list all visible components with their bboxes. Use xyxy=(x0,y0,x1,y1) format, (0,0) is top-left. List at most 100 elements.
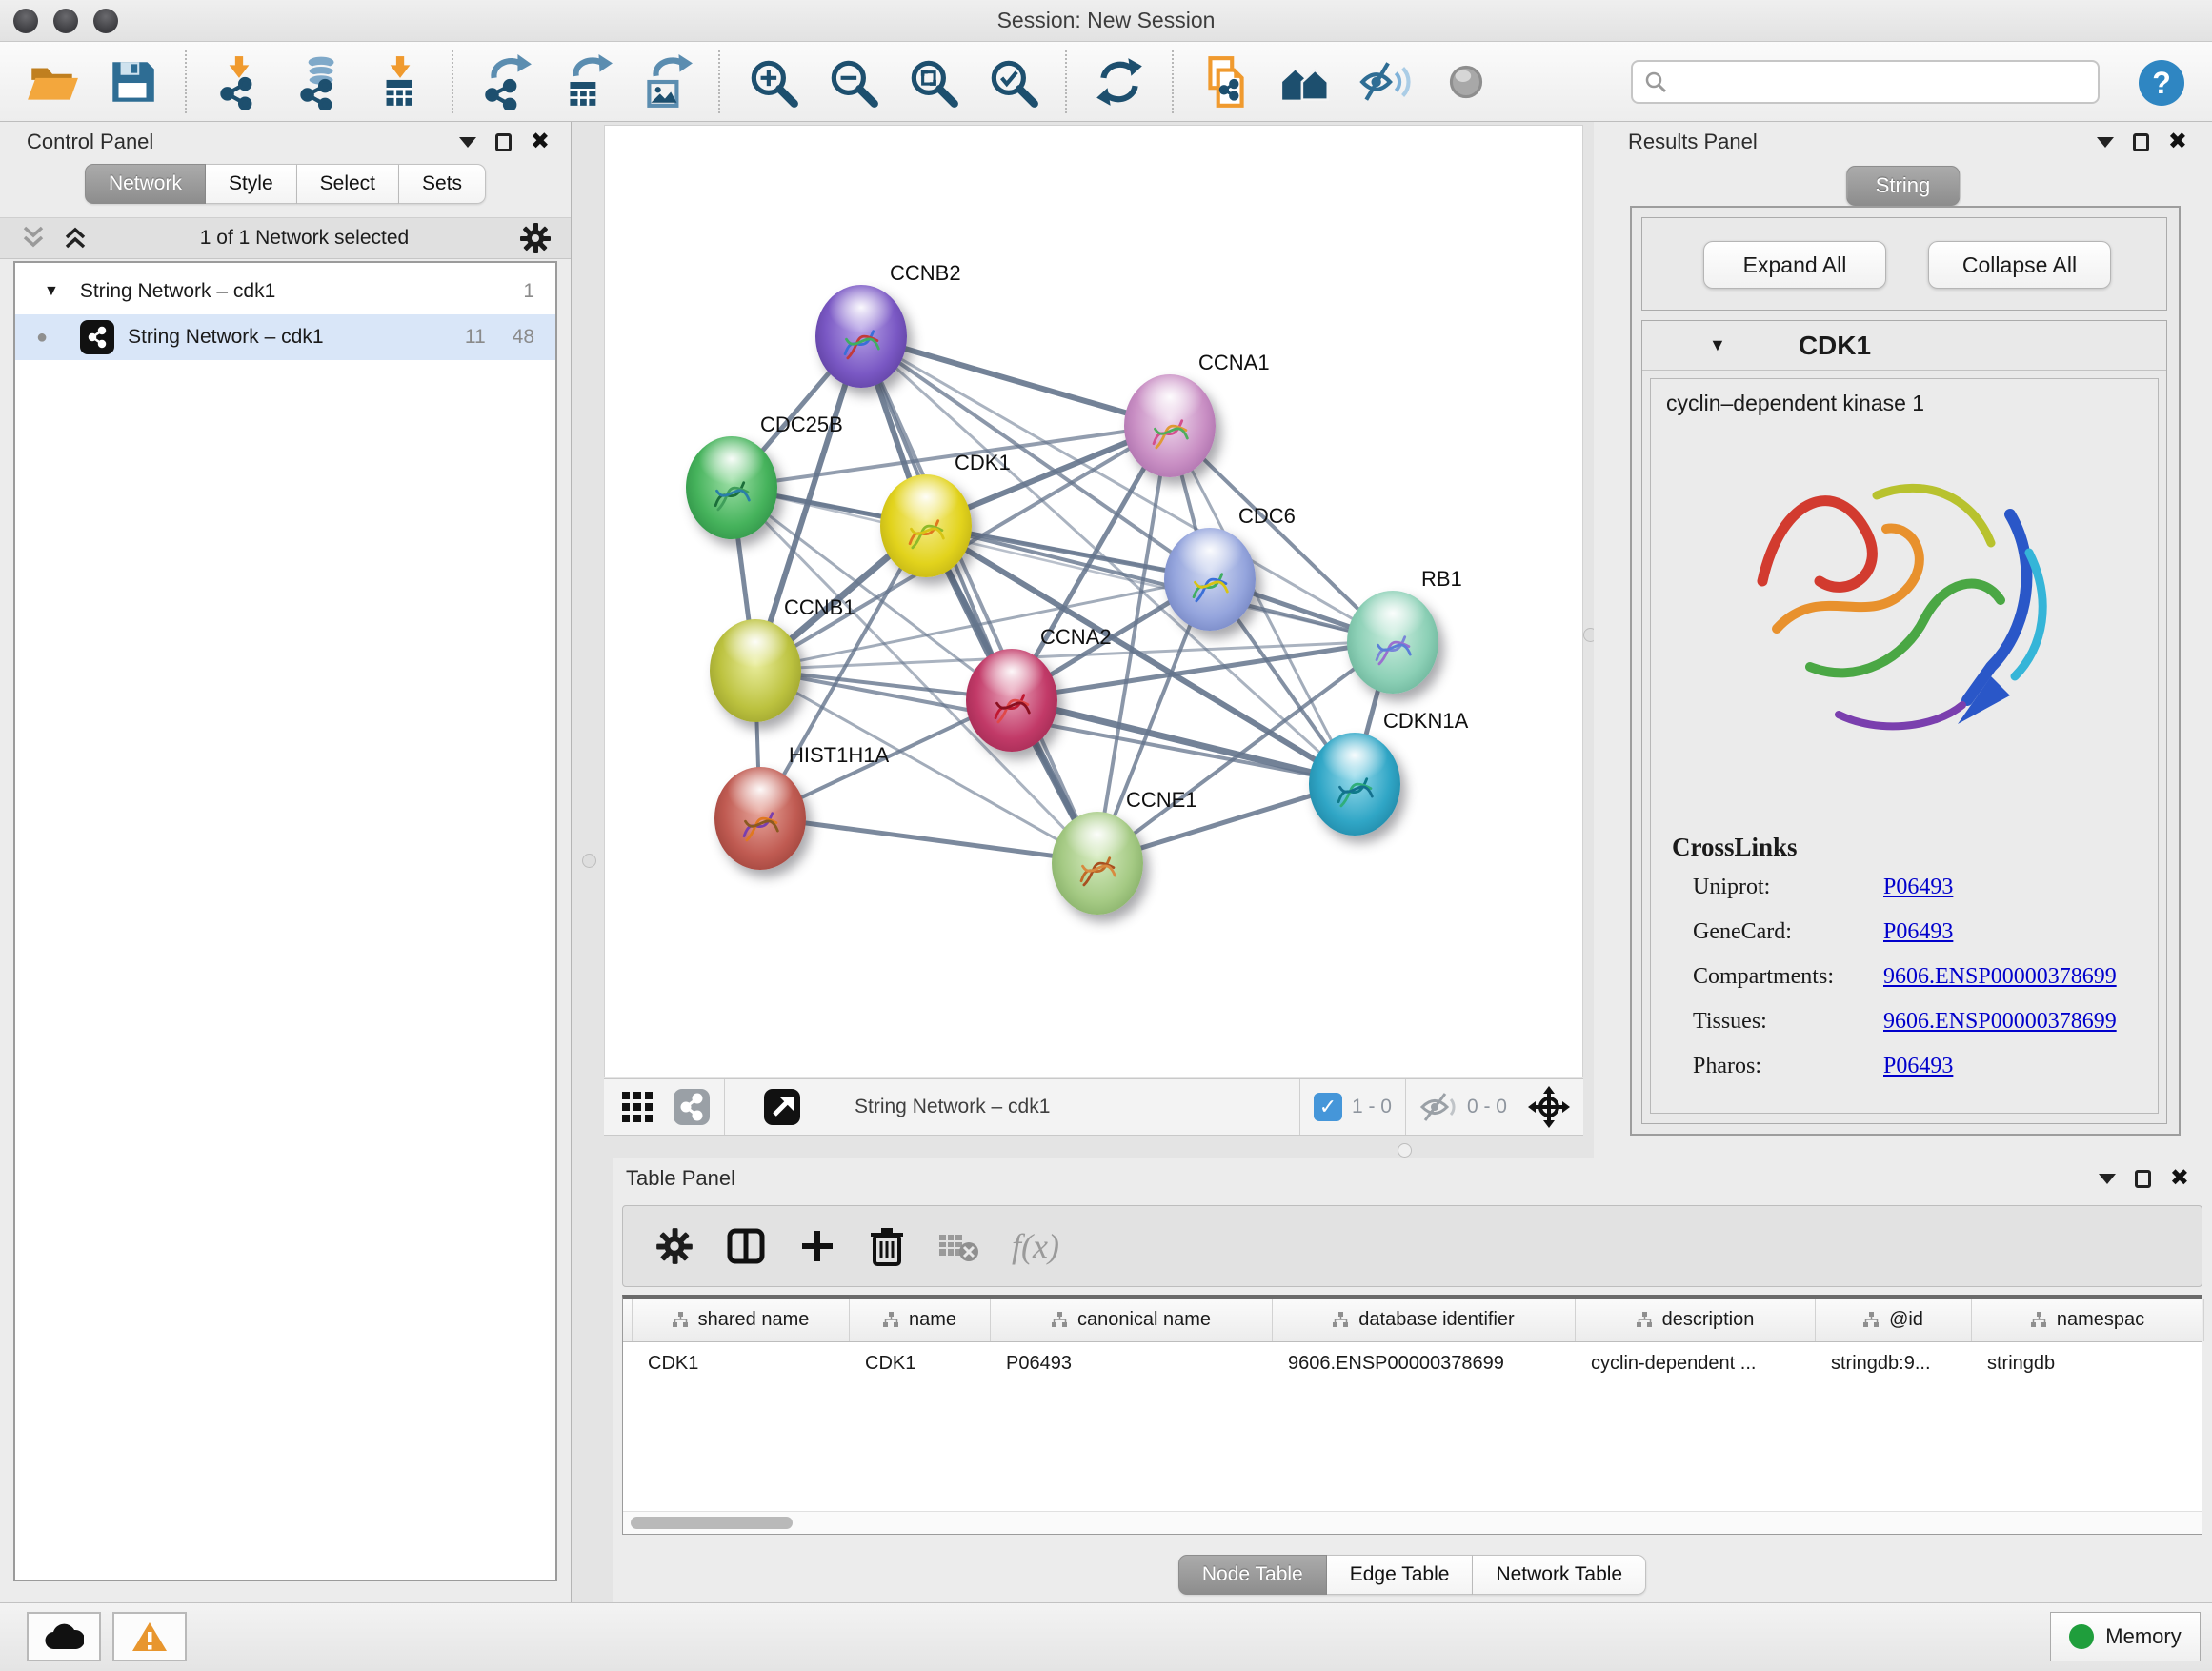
tab-node-table[interactable]: Node Table xyxy=(1178,1555,1327,1595)
panel-menu-icon[interactable] xyxy=(2099,1174,2116,1184)
node-ccna1[interactable] xyxy=(1124,374,1216,477)
new-network-from-selection-icon[interactable] xyxy=(1198,54,1254,110)
cell-description[interactable]: cyclin-dependent ... xyxy=(1576,1342,1816,1384)
network-panel-settings-gear-icon[interactable] xyxy=(519,222,552,254)
export-image-icon[interactable] xyxy=(638,54,694,110)
crosslink-link[interactable]: P06493 xyxy=(1883,1054,1953,1079)
zoom-selected-icon[interactable] xyxy=(985,54,1040,110)
edge-CCNB2-CCNE1[interactable] xyxy=(860,336,1096,862)
import-network-from-file-icon[interactable] xyxy=(211,54,267,110)
cell-namespac[interactable]: stringdb xyxy=(1972,1342,2204,1384)
first-neighbors-icon[interactable] xyxy=(1278,54,1334,110)
export-table-icon[interactable] xyxy=(558,54,613,110)
table-row[interactable]: CDK1CDK1P064939606.ENSP00000378699cyclin… xyxy=(623,1342,2202,1384)
panel-menu-icon[interactable] xyxy=(459,137,476,148)
collapse-all-button[interactable]: Collapse All xyxy=(1928,241,2111,289)
column-header-namespac[interactable]: namespac xyxy=(1972,1299,2204,1341)
create-column-icon[interactable] xyxy=(798,1227,836,1265)
save-session-icon[interactable] xyxy=(105,54,160,110)
node-hist1h1a[interactable] xyxy=(714,767,806,870)
detach-view-icon[interactable] xyxy=(763,1088,801,1126)
network-collection-row[interactable]: ▼ String Network – cdk1 1 xyxy=(15,269,555,314)
pan-crosshair-icon[interactable] xyxy=(1528,1086,1570,1128)
tab-style[interactable]: Style xyxy=(206,164,297,204)
network-row-selected[interactable]: ● String Network – cdk1 11 48 xyxy=(15,314,555,360)
left-splitter-handle[interactable] xyxy=(582,854,596,868)
network-canvas[interactable]: CCNB2CCNA1CDC25BCDK1CDC6RB1CCNB1CCNA2CDK… xyxy=(604,125,1583,1077)
zoom-out-icon[interactable] xyxy=(825,54,880,110)
panel-close-icon[interactable]: ✖ xyxy=(531,131,550,153)
export-network-icon[interactable] xyxy=(478,54,533,110)
cell--id[interactable]: stringdb:9... xyxy=(1816,1342,1972,1384)
tab-string[interactable]: String xyxy=(1846,166,1960,206)
node-ccnb1[interactable] xyxy=(710,619,801,722)
network-overview-icon[interactable] xyxy=(673,1088,711,1126)
tab-network[interactable]: Network xyxy=(85,164,206,204)
search-input[interactable] xyxy=(1677,71,2098,93)
expand-all-networks-icon[interactable] xyxy=(61,226,90,251)
crosslink-link[interactable]: P06493 xyxy=(1883,875,1953,900)
section-collapse-triangle-icon[interactable]: ▼ xyxy=(1709,335,1726,355)
import-table-from-file-icon[interactable] xyxy=(372,54,427,110)
cloud-button[interactable] xyxy=(27,1612,101,1661)
node-ccne1[interactable] xyxy=(1052,812,1143,915)
open-session-icon[interactable] xyxy=(25,54,80,110)
edge-HIST1H1A-CCNE1[interactable] xyxy=(760,817,1096,862)
toolbar-separator xyxy=(718,50,720,113)
zoom-fit-content-icon[interactable] xyxy=(905,54,960,110)
column-header-name[interactable]: name xyxy=(850,1299,991,1341)
cell-canonical-name[interactable]: P06493 xyxy=(991,1342,1273,1384)
tab-network-table[interactable]: Network Table xyxy=(1473,1555,1646,1595)
hidden-items-eye-slash-icon[interactable] xyxy=(1419,1091,1458,1123)
node-cdc25b[interactable] xyxy=(686,436,777,539)
crosslink-link[interactable]: P06493 xyxy=(1883,919,1953,945)
delete-column-trash-icon[interactable] xyxy=(869,1226,905,1266)
column-header-database-identifier[interactable]: database identifier xyxy=(1273,1299,1576,1341)
panel-menu-icon[interactable] xyxy=(2097,137,2114,148)
expand-all-button[interactable]: Expand All xyxy=(1703,241,1886,289)
horizontal-scrollbar[interactable] xyxy=(623,1511,2202,1534)
zoom-in-icon[interactable] xyxy=(745,54,800,110)
show-all-icon[interactable] xyxy=(1438,54,1494,110)
edge-CCNB2-CCNA1[interactable] xyxy=(860,336,1168,426)
crosslink-link[interactable]: 9606.ENSP00000378699 xyxy=(1883,964,2117,990)
tab-edge-table[interactable]: Edge Table xyxy=(1327,1555,1474,1595)
node-cdk1[interactable] xyxy=(880,474,972,577)
scrollbar-thumb[interactable] xyxy=(631,1517,793,1529)
warnings-button[interactable] xyxy=(112,1612,187,1661)
cell-shared-name[interactable]: CDK1 xyxy=(633,1342,850,1384)
column-header-canonical-name[interactable]: canonical name xyxy=(991,1299,1273,1341)
bottom-splitter-handle[interactable] xyxy=(1398,1143,1412,1158)
panel-close-icon[interactable]: ✖ xyxy=(2170,1167,2189,1190)
crosslink-link[interactable]: 9606.ENSP00000378699 xyxy=(1883,1009,2117,1035)
help-button[interactable]: ? xyxy=(2138,59,2185,107)
selected-nodes-checkbox[interactable]: ✓ xyxy=(1314,1093,1342,1121)
panel-float-icon[interactable] xyxy=(2135,1170,2151,1188)
cell-database-identifier[interactable]: 9606.ENSP00000378699 xyxy=(1273,1342,1576,1384)
table-settings-gear-icon[interactable] xyxy=(655,1227,694,1265)
panel-close-icon[interactable]: ✖ xyxy=(2168,131,2187,153)
collapse-all-networks-icon[interactable] xyxy=(19,226,48,251)
node-rb1[interactable] xyxy=(1347,591,1438,694)
node-table[interactable]: shared namenamecanonical namedatabase id… xyxy=(622,1295,2202,1535)
column-header-shared-name[interactable]: shared name xyxy=(633,1299,850,1341)
collection-expand-triangle-icon[interactable]: ▼ xyxy=(44,283,59,300)
node-ccna2[interactable] xyxy=(966,649,1057,752)
hide-selected-icon[interactable] xyxy=(1358,54,1414,110)
panel-float-icon[interactable] xyxy=(2133,133,2149,151)
memory-button[interactable]: Memory xyxy=(2050,1612,2201,1661)
column-header-description[interactable]: description xyxy=(1576,1299,1816,1341)
node-ccnb2[interactable] xyxy=(815,285,907,388)
node-cdkn1a[interactable] xyxy=(1309,733,1400,836)
birdseye-grid-icon[interactable] xyxy=(619,1089,655,1125)
tab-sets[interactable]: Sets xyxy=(399,164,486,204)
search-field[interactable] xyxy=(1631,60,2100,104)
node-cdc6[interactable] xyxy=(1164,528,1256,631)
import-network-from-database-icon[interactable] xyxy=(292,54,347,110)
panel-float-icon[interactable] xyxy=(495,133,512,151)
column-header--id[interactable]: @id xyxy=(1816,1299,1972,1341)
tab-select[interactable]: Select xyxy=(297,164,399,204)
cell-name[interactable]: CDK1 xyxy=(850,1342,991,1384)
refresh-network-view-icon[interactable] xyxy=(1092,54,1147,110)
show-columns-icon[interactable] xyxy=(726,1226,766,1266)
